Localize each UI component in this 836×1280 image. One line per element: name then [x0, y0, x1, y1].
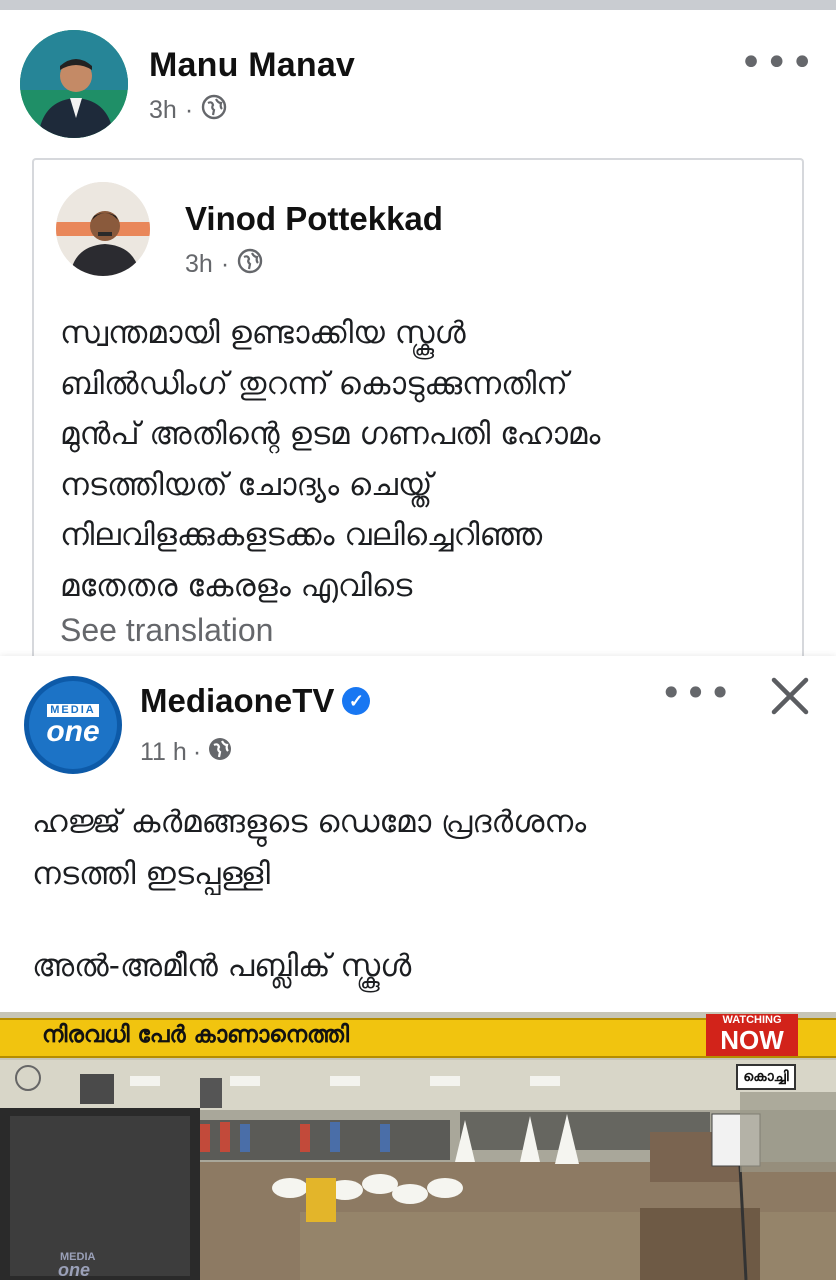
mediaone-post: MEDIA one MediaoneTV ✓ 11 h · ••• ഹജ്ജ് … — [0, 656, 836, 1280]
shared-post-text: സ്വന്തമായി ഉണ്ടാക്കിയ സ്കൂൾ ബിൽഡിംഗ് തുറ… — [60, 308, 790, 611]
watching-now-badge: WATCHING NOW — [706, 1014, 798, 1056]
text-line: നടത്തിയത് ചോദ്യം ചെയ്ത് — [60, 466, 433, 503]
text-line: സ്വന്തമായി ഉണ്ടാക്കിയ സ്കൂൾ — [60, 315, 466, 351]
now-label: NOW — [720, 1025, 784, 1055]
video-thumbnail[interactable]: MEDIA one നിരവധി പേർ കാണാനെത്തി WATCHING… — [0, 1012, 836, 1280]
shared-author-name[interactable]: Vinod Pottekkad — [185, 200, 443, 238]
shared-post-time[interactable]: 3h — [185, 250, 213, 279]
author-name[interactable]: Manu Manav — [149, 46, 355, 85]
text-line: നടത്തി ഇടപ്പള്ളി — [32, 856, 271, 892]
mediaone-meta: 11 h · — [140, 736, 233, 769]
mediaone-post-text: ഹജ്ജ് കർമങ്ങളുടെ ഡെമോ പ്രദർശനം നടത്തി ഇട… — [32, 796, 812, 900]
text-line: അൽ-അമീൻ പബ്ലിക് സ്കൂൾ — [32, 948, 412, 984]
shared-post-meta: 3h · — [185, 248, 263, 281]
globe-icon — [207, 736, 233, 769]
more-options-icon[interactable]: ••• — [739, 43, 816, 83]
shared-author-avatar[interactable] — [56, 182, 150, 276]
meta-dot: · — [184, 96, 194, 124]
post-meta: 3h · — [149, 94, 227, 127]
shared-post-card[interactable]: Vinod Pottekkad 3h · സ്വന്തമായി ഉണ്ടാക്ക… — [32, 158, 804, 678]
mediaone-author[interactable]: MediaoneTV ✓ — [140, 682, 371, 720]
see-translation-link[interactable]: See translation — [60, 612, 273, 649]
top-divider — [0, 0, 836, 10]
ticker-text: നിരവധി പേർ കാണാനെത്തി — [42, 1022, 349, 1048]
more-options-icon[interactable]: ••• — [660, 674, 733, 712]
verified-badge-icon: ✓ — [342, 687, 371, 715]
text-line: മതേതര കേരളം എവിടെ — [60, 567, 413, 604]
watermark-bottom: one — [58, 1260, 90, 1280]
mediaone-author-name[interactable]: MediaoneTV — [140, 682, 334, 720]
text-line: ഹജ്ജ് കർമങ്ങളുടെ ഡെമോ പ്രദർശനം — [32, 804, 587, 840]
text-line: നിലവിളക്കുകളടക്കം വലിച്ചെറിഞ്ഞ — [60, 517, 543, 553]
globe-icon — [201, 94, 227, 127]
author-avatar[interactable] — [20, 30, 128, 138]
globe-icon — [237, 248, 263, 281]
mediaone-time[interactable]: 11 h — [140, 738, 187, 767]
location-tag: കൊച്ചി — [736, 1064, 796, 1090]
close-icon[interactable] — [768, 674, 812, 718]
meta-dot: · — [192, 738, 202, 766]
text-line: ബിൽഡിംഗ് തുറന്ന് കൊടുക്കുന്നതിന് — [60, 365, 568, 402]
avatar-brand-bottom: one — [46, 714, 100, 748]
post-time[interactable]: 3h — [149, 96, 177, 125]
mediaone-avatar[interactable]: MEDIA one — [24, 676, 122, 774]
meta-dot: · — [220, 250, 230, 278]
text-line: മുൻപ് അതിന്റെ ഉടമ ഗണപതി ഹോമം — [60, 416, 601, 452]
